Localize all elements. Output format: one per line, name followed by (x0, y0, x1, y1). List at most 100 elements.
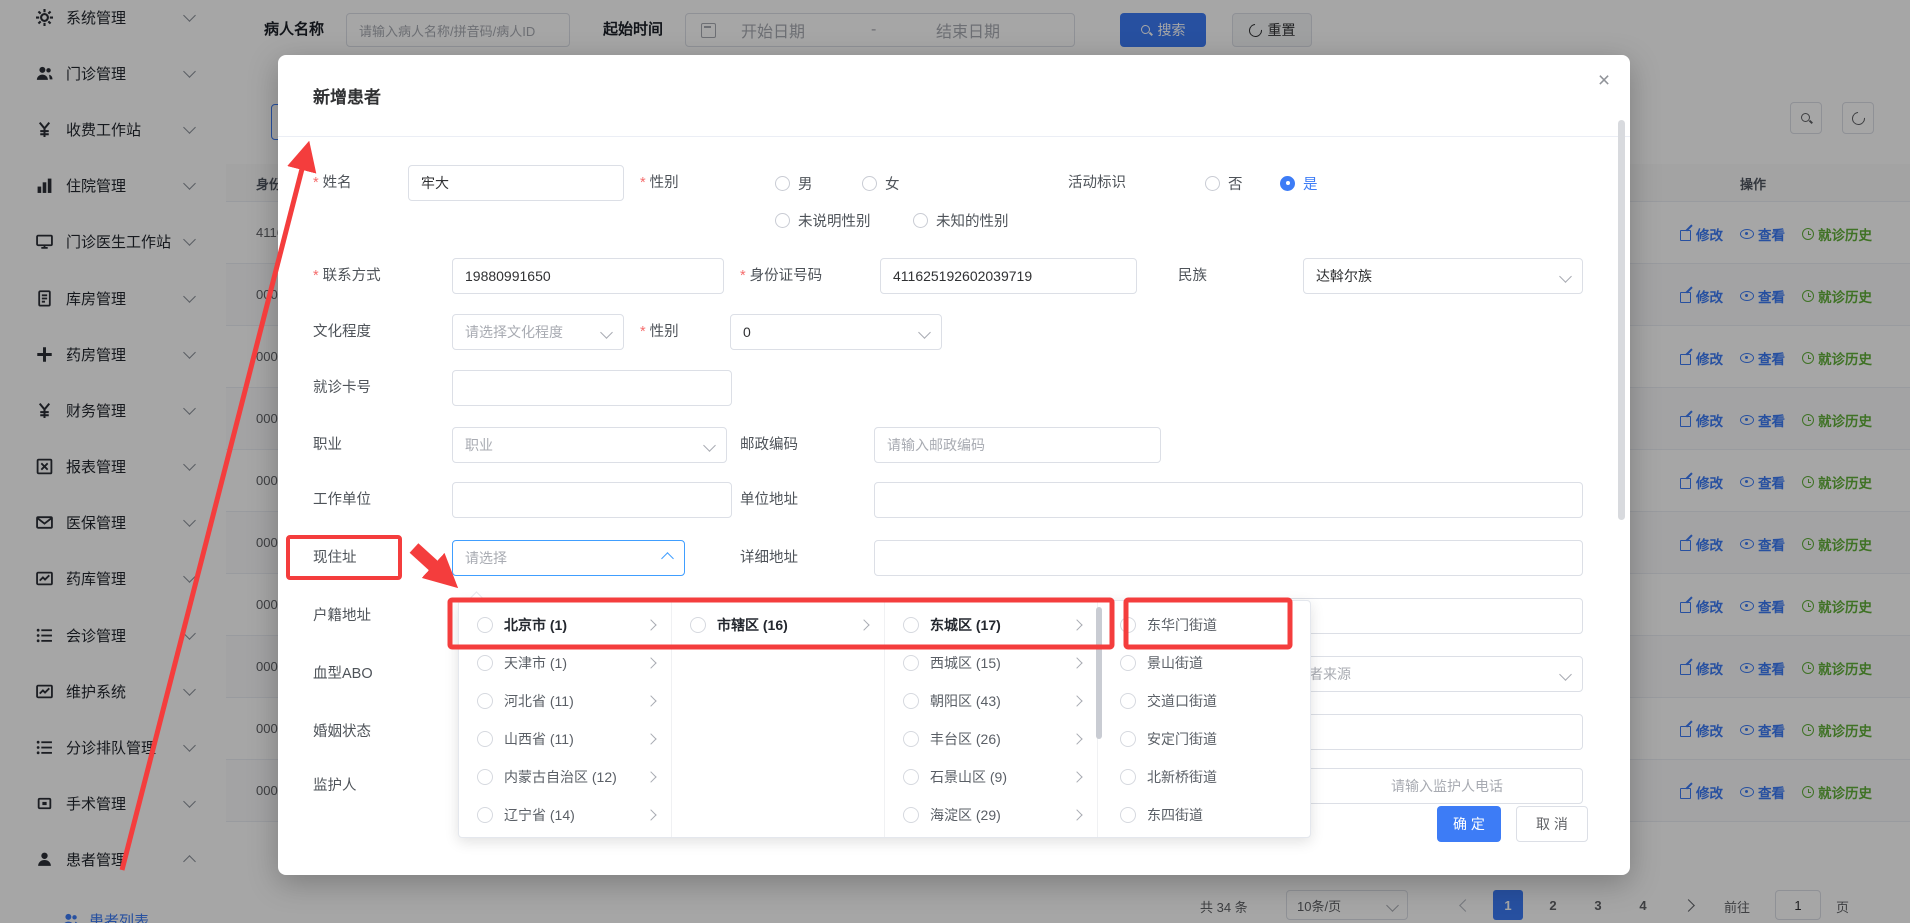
gender-radio-female[interactable]: 女 (862, 165, 900, 201)
cascader-option-province[interactable]: 内蒙古自治区 (12) (459, 758, 671, 796)
radio-icon (477, 617, 493, 633)
radio-icon (903, 807, 919, 823)
radio-icon (477, 769, 493, 785)
chevron-right-icon (1071, 695, 1082, 706)
cascader-option-province[interactable]: 山西省 (11) (459, 720, 671, 758)
active-flag-label: 活动标识 (1068, 165, 1126, 201)
occupation-label: 职业 (313, 427, 342, 463)
card-no-label: 就诊卡号 (313, 370, 371, 406)
ethnicity-select[interactable]: 达斡尔族 (1303, 258, 1583, 294)
unit-address-label: 单位地址 (740, 482, 798, 518)
chevron-right-icon (645, 733, 656, 744)
cascader-option-street[interactable]: 景山街道 (1098, 644, 1310, 682)
radio-icon (903, 655, 919, 671)
radio-icon (903, 693, 919, 709)
chevron-right-icon (645, 695, 656, 706)
address-cascader-dropdown: 北京市 (1) 天津市 (1) 河北省 (11) 山西省 (11) 内蒙古自治区… (458, 600, 1311, 838)
radio-icon (903, 731, 919, 747)
postal-code-label: 邮政编码 (740, 427, 798, 463)
chevron-right-icon (858, 619, 869, 630)
chevron-right-icon (645, 657, 656, 668)
cascader-option-street[interactable]: 交道口街道 (1098, 682, 1310, 720)
chevron-down-icon (1559, 270, 1572, 283)
radio-icon (477, 807, 493, 823)
modal-scrollbar[interactable] (1618, 120, 1625, 520)
education-select[interactable]: 请选择文化程度 (452, 314, 624, 350)
chevron-down-icon (1559, 668, 1572, 681)
cascader-option-district[interactable]: 东城区 (17) (885, 606, 1097, 644)
ethnicity-label: 民族 (1178, 258, 1207, 294)
marital-status-label: 婚姻状态 (313, 714, 371, 750)
cascader-option-street[interactable]: 东四街道 (1098, 796, 1310, 834)
cascader-province-column: 北京市 (1) 天津市 (1) 河北省 (11) 山西省 (11) 内蒙古自治区… (459, 601, 672, 837)
chevron-right-icon (1071, 657, 1082, 668)
close-icon[interactable]: × (1590, 67, 1618, 95)
chevron-right-icon (1071, 809, 1082, 820)
cascader-option-province[interactable]: 北京市 (1) (459, 606, 671, 644)
radio-icon (1205, 176, 1220, 191)
chevron-up-icon (661, 552, 674, 565)
cascader-option-province[interactable]: 辽宁省 (14) (459, 796, 671, 834)
radio-icon (903, 617, 919, 633)
chevron-right-icon (645, 809, 656, 820)
detail-address-label: 详细地址 (740, 540, 798, 576)
name-input[interactable]: 牢大 (408, 165, 624, 201)
id-number-input[interactable]: 411625192602039719 (880, 258, 1137, 294)
contact-input[interactable]: 19880991650 (452, 258, 724, 294)
education-label: 文化程度 (313, 314, 371, 350)
radio-icon (903, 769, 919, 785)
chevron-right-icon (645, 771, 656, 782)
active-flag-radio-yes[interactable]: 是 (1280, 165, 1318, 201)
gender-radio-male[interactable]: 男 (775, 165, 813, 201)
cascader-option-street[interactable]: 北新桥街道 (1098, 758, 1310, 796)
radio-checked-icon (1280, 176, 1295, 191)
work-unit-label: 工作单位 (313, 482, 371, 518)
cascader-option-street[interactable]: 东华门街道 (1098, 606, 1310, 644)
unit-address-input[interactable] (874, 482, 1583, 518)
contact-label: 联系方式 (313, 258, 381, 294)
blood-type-label: 血型ABO (313, 656, 373, 692)
active-flag-radio-no[interactable]: 否 (1205, 165, 1243, 201)
cascader-district-column: 东城区 (17) 西城区 (15) 朝阳区 (43) 丰台区 (26) 石景山区… (885, 601, 1098, 837)
detail-address-input[interactable] (874, 540, 1583, 576)
guardian-label: 监护人 (313, 768, 357, 804)
occupation-select[interactable]: 职业 (452, 427, 727, 463)
radio-icon (1120, 617, 1136, 633)
cancel-button[interactable]: 取 消 (1516, 806, 1588, 842)
cascader-option-district[interactable]: 石景山区 (9) (885, 758, 1097, 796)
cascader-option-province[interactable]: 天津市 (1) (459, 644, 671, 682)
radio-icon (477, 655, 493, 671)
household-address-label: 户籍地址 (313, 598, 371, 634)
cascader-city-column: 市辖区 (16) (672, 601, 885, 837)
cascader-option-district[interactable]: 海淀区 (29) (885, 796, 1097, 834)
radio-icon (1120, 693, 1136, 709)
gender-code-select[interactable]: 0 (730, 314, 942, 350)
chevron-down-icon (600, 326, 613, 339)
cascader-option-district[interactable]: 西城区 (15) (885, 644, 1097, 682)
radio-icon (1120, 807, 1136, 823)
current-address-cascader[interactable]: 请选择 (452, 540, 685, 576)
cascader-option-street[interactable]: 安定门街道 (1098, 720, 1310, 758)
gender-code-label: 性别 (640, 314, 679, 350)
gender-radio-unknown[interactable]: 未知的性别 (913, 202, 1009, 238)
chevron-down-icon (918, 326, 931, 339)
chevron-right-icon (1071, 733, 1082, 744)
radio-icon (690, 617, 706, 633)
cascader-option-district[interactable]: 朝阳区 (43) (885, 682, 1097, 720)
confirm-button[interactable]: 确 定 (1437, 806, 1501, 842)
cascader-option-city[interactable]: 市辖区 (16) (672, 606, 884, 644)
work-unit-input[interactable] (452, 482, 732, 518)
chevron-right-icon (1071, 619, 1082, 630)
chevron-right-icon (645, 619, 656, 630)
postal-code-input[interactable]: 请输入邮政编码 (874, 427, 1161, 463)
card-no-input[interactable] (452, 370, 732, 406)
modal-divider (278, 136, 1630, 137)
cascader-option-province[interactable]: 河北省 (11) (459, 682, 671, 720)
cascader-option-district[interactable]: 丰台区 (26) (885, 720, 1097, 758)
gender-radio-unstated[interactable]: 未说明性别 (775, 202, 871, 238)
radio-icon (1120, 731, 1136, 747)
radio-icon (775, 176, 790, 191)
id-number-label: 身份证号码 (740, 258, 822, 294)
radio-icon (477, 731, 493, 747)
chevron-right-icon (1071, 771, 1082, 782)
